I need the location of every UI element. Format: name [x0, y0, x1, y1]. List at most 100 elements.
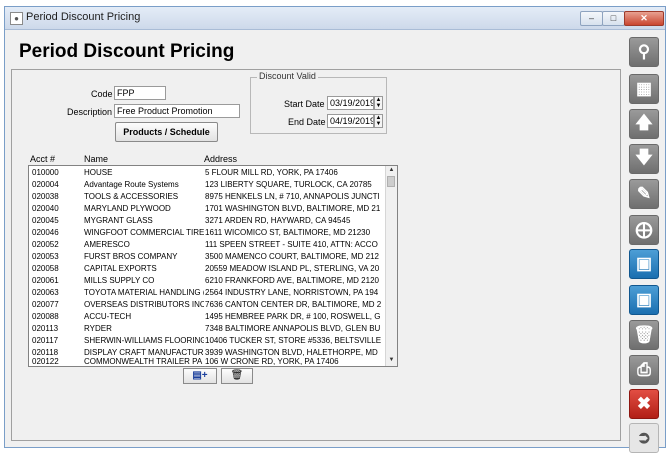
next-record-button[interactable]: 🡇 — [629, 144, 659, 174]
save-button[interactable]: ▣ — [629, 285, 659, 315]
address-cell: 123 LIBERTY SQUARE, TURLOCK, CA 20785 — [205, 180, 372, 189]
client-area: Period Discount Pricing Code FPP Descrip… — [7, 31, 663, 453]
address-cell: 6210 FRANKFORD AVE, BALTIMORE, MD 2120 — [205, 276, 379, 285]
arrow-up-icon: 🡅 — [635, 112, 653, 132]
search-button[interactable]: ⚲ — [629, 37, 659, 67]
name-cell: WINGFOOT COMMERCIAL TIRE — [84, 228, 204, 237]
table-row[interactable]: 020040 MARYLAND PLYWOOD 1701 WASHINGTON BL… — [29, 203, 387, 214]
name-cell: HOUSE — [84, 168, 113, 177]
table-row[interactable]: 020053 FURST BROS COMPANY 3500 MAMENCO COU… — [29, 251, 387, 262]
address-cell: 1495 HEMBREE PARK DR, # 100, ROSWELL, G — [205, 312, 381, 321]
acct-cell: 020004 — [32, 180, 59, 189]
table-row[interactable]: 020088 ACCU-TECH 1495 HEMBREE PARK DR, # 1… — [29, 311, 387, 322]
add-account-button[interactable]: ▤+ — [183, 368, 217, 384]
table-row[interactable]: 020038 TOOLS & ACCESSORIES 8975 HENKELS LN… — [29, 191, 387, 202]
acct-cell: 020038 — [32, 192, 59, 201]
address-cell: 111 SPEEN STREET - SUITE 410, ATTN: ACCO — [205, 240, 378, 249]
acct-cell: 020046 — [32, 228, 59, 237]
table-row[interactable]: 020058 CAPITAL EXPORTS 20559 MEADOW ISLAND… — [29, 263, 387, 274]
acct-cell: 020122 — [32, 357, 59, 366]
end-date-spinner[interactable]: ▲ ▼ — [374, 114, 383, 128]
edit-button[interactable]: ✎ — [629, 179, 659, 209]
print-icon: ⎙ — [637, 360, 651, 379]
name-cell: COMMONWEALTH TRAILER PA — [84, 357, 203, 366]
close-icon: ✖ — [636, 394, 652, 413]
spin-down-icon[interactable]: ▼ — [375, 103, 382, 109]
table-row[interactable]: 020004 Advantage Route Systems 123 LIBERTY… — [29, 179, 387, 190]
address-cell: 7348 BALTIMORE ANNAPOLIS BLVD, GLEN BU — [205, 324, 381, 333]
name-cell: OVERSEAS DISTRIBUTORS INC — [84, 300, 204, 309]
acct-cell: 020053 — [32, 252, 59, 261]
window-title: Period Discount Pricing — [26, 11, 141, 23]
app-icon: ● — [10, 12, 23, 25]
start-date-spinner[interactable]: ▲ ▼ — [374, 96, 383, 110]
cancel-button[interactable]: ✖ — [629, 389, 659, 419]
table-row[interactable]: 020046 WINGFOOT COMMERCIAL TIRE 1611 WICOM… — [29, 227, 387, 238]
address-cell: 20559 MEADOW ISLAND PL, STERLING, VA 20 — [205, 264, 380, 273]
arrow-down-icon: 🡇 — [635, 147, 653, 167]
table-row[interactable]: 020045 MYGRANT GLASS 3271 ARDEN RD, HAYWAR… — [29, 215, 387, 226]
start-date-label: Start Date — [284, 99, 325, 109]
maximize-button[interactable]: □ — [602, 11, 625, 26]
acct-cell: 020077 — [32, 300, 59, 309]
name-cell: MYGRANT GLASS — [84, 216, 153, 225]
address-cell: 3271 ARDEN RD, HAYWARD, CA 94545 — [205, 216, 351, 225]
save-new-button[interactable]: ▣ — [629, 249, 659, 279]
scroll-thumb[interactable] — [387, 176, 395, 187]
pencil-icon: ✎ — [636, 184, 652, 203]
remove-account-button[interactable]: 🗑 — [221, 368, 253, 384]
name-cell: AMERESCO — [84, 240, 130, 249]
table-row[interactable]: 020052 AMERESCO 111 SPEEN STREET - SUITE 4… — [29, 239, 387, 250]
discount-valid-legend: Discount Valid — [257, 71, 318, 81]
copy-add-icon: ⨁ — [635, 220, 653, 239]
name-cell: SHERWIN-WILLIAMS FLOORING — [84, 336, 204, 345]
name-cell: CAPITAL EXPORTS — [84, 264, 157, 273]
description-label: Description — [67, 107, 113, 117]
copy-button[interactable]: ⨁ — [629, 215, 659, 245]
products-schedule-button[interactable]: Products / Schedule — [115, 122, 218, 142]
table-row[interactable]: 020117 SHERWIN-WILLIAMS FLOORING 10406 TUC… — [29, 335, 387, 346]
address-cell: 1701 WASHINGTON BLVD, BALTIMORE, MD 21 — [205, 204, 381, 213]
address-cell: 3500 MAMENCO COURT, BALTIMORE, MD 212 — [205, 252, 379, 261]
exit-icon: ➲ — [636, 428, 652, 447]
scroll-up-icon[interactable]: ▲ — [387, 166, 396, 175]
delete-button[interactable]: 🗑 — [629, 320, 659, 350]
previous-record-button[interactable]: 🡅 — [629, 109, 659, 139]
name-cell: Advantage Route Systems — [84, 180, 179, 189]
start-date-field[interactable]: 03/19/2019 — [327, 96, 374, 110]
acct-cell: 020063 — [32, 288, 59, 297]
table-row[interactable]: 020063 TOYOTA MATERIAL HANDLING (2564 IND… — [29, 287, 387, 298]
accounts-list[interactable]: 010000 HOUSE 5 FLOUR MILL RD, YORK, PA 174… — [28, 165, 398, 367]
column-header-acct: Acct # — [30, 154, 56, 164]
acct-cell: 020045 — [32, 216, 59, 225]
spin-down-icon[interactable]: ▼ — [375, 121, 382, 127]
print-button[interactable]: ⎙ — [629, 355, 659, 385]
minimize-button[interactable]: – — [580, 11, 603, 26]
code-label: Code — [91, 89, 113, 99]
name-cell: FURST BROS COMPANY — [84, 252, 178, 261]
acct-cell: 020052 — [32, 240, 59, 249]
acct-cell: 020040 — [32, 204, 59, 213]
table-row[interactable]: 020113 RYDER 7348 BALTIMORE ANNAPOLIS BLVD… — [29, 323, 387, 334]
code-field[interactable]: FPP — [114, 86, 166, 100]
end-date-field[interactable]: 04/19/2019 — [327, 114, 374, 128]
table-row[interactable]: 020061 MILLS SUPPLY CO 6210 FRANKFORD AVE,… — [29, 275, 387, 286]
name-cell: MILLS SUPPLY CO — [84, 276, 155, 285]
table-row[interactable]: 020077 OVERSEAS DISTRIBUTORS INC 7636 CANT… — [29, 299, 387, 310]
close-window-button[interactable]: ✕ — [624, 11, 664, 26]
name-cell: TOOLS & ACCESSORIES — [84, 192, 179, 201]
scroll-down-icon[interactable]: ▼ — [387, 356, 396, 365]
address-cell: 7636 CANTON CENTER DR, BALTIMORE, MD 2 — [205, 300, 382, 309]
list-scrollbar[interactable]: ▲ ▼ — [385, 166, 397, 366]
table-row[interactable]: 010000 HOUSE 5 FLOUR MILL RD, YORK, PA 174… — [29, 167, 387, 178]
address-cell: 8975 HENKELS LN, # 710, ANNAPOLIS JUNCTI — [205, 192, 380, 201]
description-field[interactable]: Free Product Promotion — [114, 104, 240, 118]
name-cell: TOYOTA MATERIAL HANDLING ( — [84, 288, 204, 297]
exit-button[interactable]: ➲ — [629, 423, 659, 453]
table-row[interactable]: 020122 COMMONWEALTH TRAILER PA 106 W CRONE… — [29, 356, 387, 366]
add-list-icon: ▤+ — [192, 370, 208, 381]
acct-cell: 020117 — [32, 336, 59, 345]
grid-button[interactable]: ▦ — [629, 74, 659, 104]
search-icon: ⚲ — [637, 42, 651, 61]
name-cell: ACCU-TECH — [84, 312, 132, 321]
